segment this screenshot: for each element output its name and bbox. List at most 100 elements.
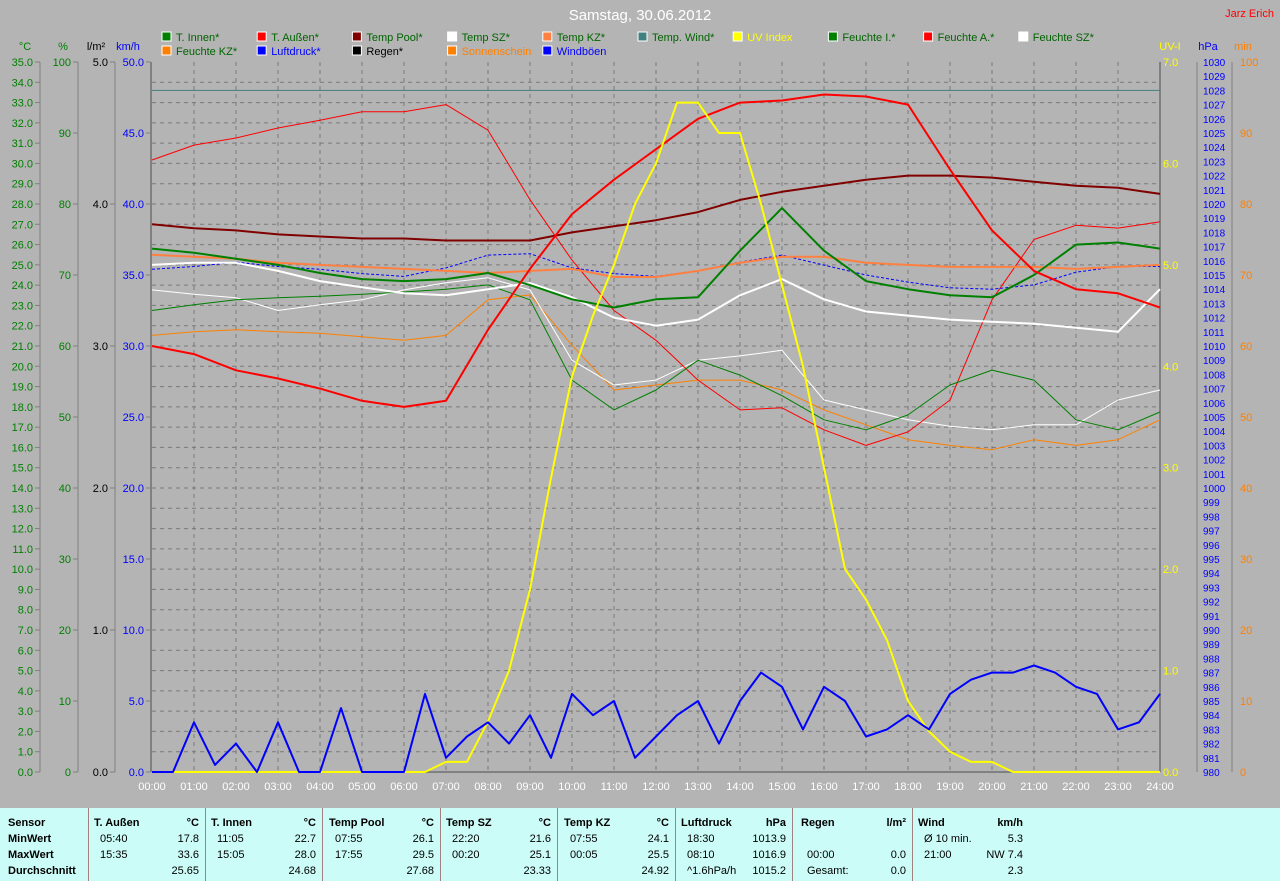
stats-value: 22.7 [294,833,316,845]
stats-column-name: T. Außen [94,817,140,829]
axis-tick-label-uv: 2.0 [1163,564,1178,576]
axis-tick-label-press: 1008 [1203,370,1226,381]
axis-tick-label-hum: 70 [59,270,71,282]
legend-swatch [827,31,838,42]
stats-value: 27.68 [406,865,434,877]
axis-tick-label-press: 1009 [1203,356,1226,367]
axis-tick-label-press: 992 [1203,598,1220,609]
stats-column-name: Temp SZ [446,817,492,829]
axis-tick-label-press: 1002 [1203,456,1226,467]
legend-label: Temp KZ* [557,32,606,44]
axis-tick-label-press: 1030 [1203,58,1226,69]
x-tick-label: 09:00 [516,781,544,793]
axis-title-hum: % [58,41,68,53]
x-tick-label: 10:00 [558,781,586,793]
axis-tick-label-press: 1012 [1203,314,1226,325]
axis-tick-label-temp: 10.0 [12,564,33,576]
legend-swatch [447,45,458,56]
x-tick-label: 22:00 [1062,781,1090,793]
axis-title-uv: UV-I [1159,41,1180,53]
axis-tick-label-temp: 35.0 [12,57,33,69]
axis-tick-label-temp: 33.0 [12,98,33,110]
x-tick-label: 05:00 [348,781,376,793]
legend-swatch [542,31,553,42]
stats-value: 21.6 [529,833,551,845]
axis-tick-label-uv: 3.0 [1163,463,1178,475]
stats-column-unit: l/m² [886,817,906,829]
axis-tick-label-press: 1025 [1203,129,1226,140]
axis-tick-label-sun: 40 [1240,483,1252,495]
axis-tick-label-temp: 16.0 [12,442,33,454]
legend-swatch [351,31,362,42]
stats-time: 00:20 [452,849,480,861]
stats-time: 22:20 [452,833,480,845]
axis-tick-label-press: 987 [1203,669,1220,680]
axis-tick-label-hum: 50 [59,412,71,424]
axis-tick-label-temp: 19.0 [12,382,33,394]
axis-tick-label-press: 991 [1203,612,1220,623]
weather-chart-page: Samstag, 30.06.2012 Jarz Erich T. Innen* T.… [0,0,1280,881]
axis-tick-label-hum: 40 [59,483,71,495]
axis-tick-label-temp: 0.0 [18,767,33,779]
axis-tick-label-wind: 45.0 [123,128,144,140]
axis-tick-label-press: 1022 [1203,172,1226,183]
stats-value: 5.3 [1007,833,1023,845]
stats-column: Luftdruck hPa 18:30 1013.9 08:10 1016.9 ^1.6hP… [675,808,793,881]
axis-tick-label-rain: 4.0 [93,199,108,211]
axis-tick-label-sun: 100 [1240,57,1258,69]
legend-label: Temp. Wind* [652,32,715,44]
stats-time: 15:35 [100,849,128,861]
axis-tick-label-press: 1004 [1203,427,1226,438]
axis-tick-label-press: 999 [1203,498,1220,509]
axis-tick-label-press: 1000 [1203,484,1226,495]
legend-swatch [923,31,934,42]
stats-column: Temp SZ °C 22:20 21.6 00:20 25.1 23.33 [440,808,558,881]
axis-tick-label-temp: 1.0 [18,747,33,759]
chart-title: Samstag, 30.06.2012 [569,7,712,24]
x-tick-label: 12:00 [642,781,670,793]
axis-tick-label-temp: 9.0 [18,584,33,596]
stats-column: T. Außen °C 05:40 17.8 15:35 33.6 25.65 [88,808,206,881]
axis-tick-label-temp: 18.0 [12,402,33,414]
axis-tick-label-press: 980 [1203,768,1220,779]
x-tick-label: 02:00 [222,781,250,793]
axis-tick-label-press: 1015 [1203,271,1226,282]
axis-tick-label-hum: 90 [59,128,71,140]
x-tick-label: 18:00 [894,781,922,793]
axis-tick-label-press: 1017 [1203,243,1226,254]
axis-tick-label-temp: 13.0 [12,503,33,515]
stats-column: T. Innen °C 11:05 22.7 15:05 28.0 24.68 [205,808,323,881]
stats-time: 15:05 [217,849,245,861]
axis-tick-label-hum: 60 [59,341,71,353]
axis-tick-label-press: 1018 [1203,228,1226,239]
axis-tick-label-hum: 30 [59,554,71,566]
legend-swatch [542,45,553,56]
stats-column-unit: km/h [997,817,1023,829]
axis-tick-label-press: 1013 [1203,299,1226,310]
axis-tick-label-uv: 1.0 [1163,666,1178,678]
axis-tick-label-press: 1028 [1203,86,1226,97]
stats-column-name: Regen [801,817,835,829]
x-tick-label: 08:00 [474,781,502,793]
stats-value: 29.5 [412,849,434,861]
stats-value: 33.6 [177,849,199,861]
x-tick-label: 16:00 [810,781,838,793]
stats-time: 18:30 [687,833,715,845]
axis-tick-label-rain: 0.0 [93,767,108,779]
axis-tick-label-temp: 24.0 [12,280,33,292]
stats-value: 1013.9 [752,833,786,845]
axis-tick-label-temp: 29.0 [12,179,33,191]
axis-tick-label-press: 990 [1203,626,1220,637]
axis-tick-label-sun: 20 [1240,625,1252,637]
stats-column-unit: °C [538,817,551,829]
stats-time: 11:05 [217,833,244,845]
stats-value: 24.68 [288,865,316,877]
axis-tick-label-uv: 0.0 [1163,767,1178,779]
axis-tick-label-temp: 3.0 [18,706,33,718]
stats-value: 24.1 [647,833,669,845]
stats-time: 07:55 [570,833,598,845]
axis-tick-label-press: 1005 [1203,413,1226,424]
axis-tick-label-press: 989 [1203,640,1220,651]
stats-value: 0.0 [890,849,906,861]
x-tick-label: 23:00 [1104,781,1132,793]
